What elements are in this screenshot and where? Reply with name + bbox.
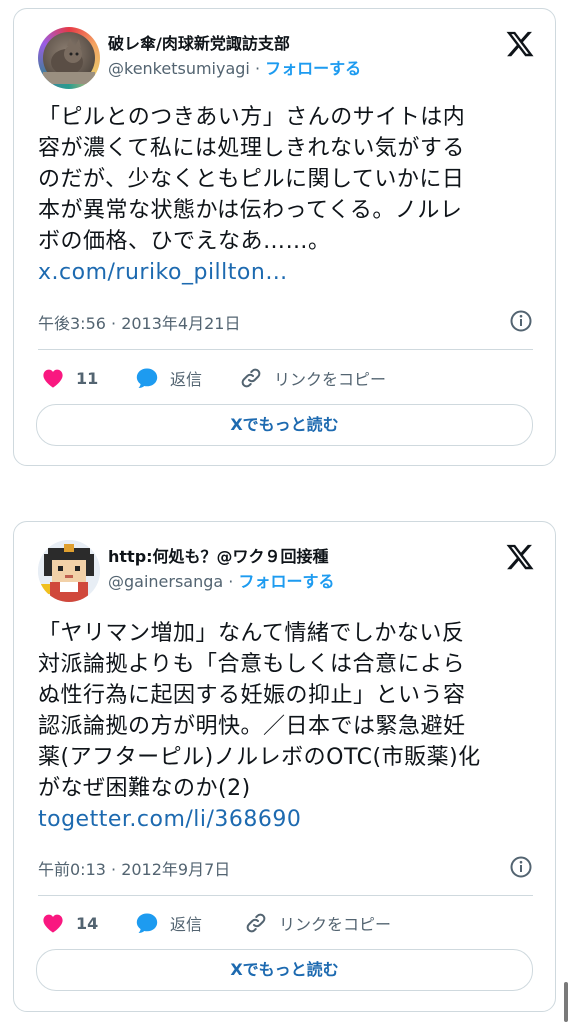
scrollbar[interactable] [564,982,568,1022]
link-icon [246,913,266,933]
follow-button[interactable]: フォローする [265,59,361,78]
tweet-link[interactable]: x.com/ruriko_pillton… [38,257,533,288]
copy-link-label: リンクをコピー [279,915,392,934]
x-logo-icon[interactable] [505,542,535,572]
avatar[interactable] [38,27,100,89]
tweet-text-line: 本が異常な状態かは伝わってくる。ノルレ [38,198,463,223]
like-button[interactable]: 11 [40,363,98,393]
tweet-text-line: 容が濃くて私には処理しきれない気がする [38,136,465,161]
tweet-header: 破レ傘/肉球新党諏訪支部 @kenketsumiyagi · フォローする [38,27,537,91]
tweet-text-line: 「ヤリマン増加」なんて情緒でしかない反 [38,621,465,646]
heart-icon [43,914,63,933]
read-more-button[interactable]: Xでもっと読む [36,949,533,991]
tweet-card: 破レ傘/肉球新党諏訪支部 @kenketsumiyagi · フォローする 「ピ… [13,8,556,466]
display-name[interactable]: 破レ傘/肉球新党諏訪支部 [108,33,497,55]
divider [38,349,533,350]
tweet-text-line: がなぜ困難なのか(2) [38,776,251,801]
handle-row: @kenketsumiyagi · フォローする [108,57,497,81]
separator: · [223,572,239,591]
avatar-pixel-art [38,540,100,602]
display-name[interactable]: http:何処も？@ワク９回接種 [108,546,497,568]
handle[interactable]: @kenketsumiyagi [108,59,250,78]
tweet-header: http:何処も？@ワク９回接種 @gainersanga · フォローする [38,540,537,604]
copy-link-button[interactable]: リンクをコピー [243,908,391,938]
heart-icon [43,369,63,388]
handle-row: @gainersanga · フォローする [108,570,497,594]
tweet-text-line: 薬(アフターピル)ノルレボのOTC(市販薬)化 [38,745,481,770]
tweet-text-line: 対派論拠よりも「合意もしくは合意によら [38,652,466,677]
timestamp[interactable]: 午前0:13 · 2012年9月7日 [38,856,230,880]
separator: · [249,59,266,78]
copy-link-label: リンクをコピー [274,370,387,389]
x-logo-icon[interactable] [505,29,535,59]
reply-bubble-icon [136,913,158,933]
tweet-text-line: 「ピルとのつきあい方」さんのサイトは内 [38,105,466,130]
copy-link-button[interactable]: リンクをコピー [238,363,386,393]
handle[interactable]: @gainersanga [108,572,223,591]
info-icon[interactable] [509,309,533,333]
reply-button[interactable]: 返信 [134,908,202,938]
tweet-text-line: ぬ性行為に起因する妊娠の抑止」という容 [38,683,466,708]
avatar-photo [43,32,95,84]
tweet-text-line: 認派論拠の方が明快。／日本では緊急避妊 [38,714,466,739]
action-bar: 11 返信 リンクをコピー [38,363,533,393]
tweet-card: http:何処も？@ワク９回接種 @gainersanga · フォローする 「… [13,521,556,1012]
follow-button[interactable]: フォローする [238,572,334,591]
read-more-button[interactable]: Xでもっと読む [36,404,533,446]
timestamp[interactable]: 午後3:56 · 2013年4月21日 [38,310,240,334]
reply-label: 返信 [170,915,203,934]
tweet-text-line: のだが、少なくともピルに関していかに日 [38,167,465,192]
tweet-text-line: ボの価格、ひでえなあ……。 [38,229,331,254]
tweet-link[interactable]: togetter.com/li/368690 [38,804,533,835]
like-count: 11 [76,368,99,388]
reply-label: 返信 [170,370,203,389]
divider [38,895,533,896]
tweet-text: 「ヤリマン増加」なんて情緒でしかない反 対派論拠よりも「合意もしくは合意によら … [38,618,533,835]
tweet-text: 「ピルとのつきあい方」さんのサイトは内 容が濃くて私には処理しきれない気がする … [38,102,533,288]
like-count: 14 [76,913,99,933]
avatar[interactable] [38,540,100,602]
reply-button[interactable]: 返信 [134,363,202,393]
action-bar: 14 返信 リンクをコピー [38,908,533,938]
like-button[interactable]: 14 [40,908,98,938]
reply-bubble-icon [136,368,158,388]
link-icon [241,368,261,388]
info-icon[interactable] [509,855,533,879]
